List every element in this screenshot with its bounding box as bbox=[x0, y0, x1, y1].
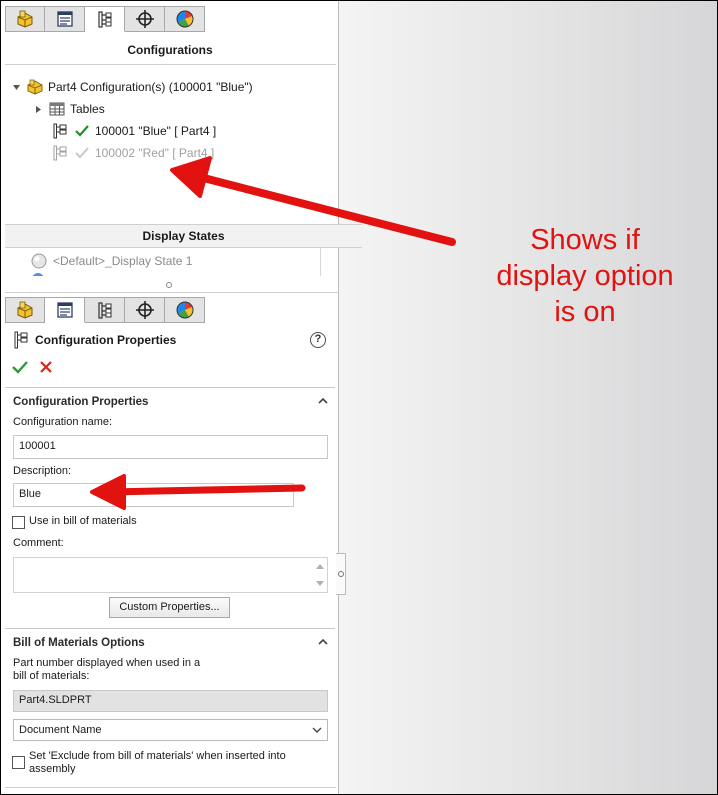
part-number-label-line: bill of materials: bbox=[13, 670, 90, 682]
config-item-red[interactable]: 100002 "Red" [ Part4 ] bbox=[51, 145, 214, 161]
config-name-field[interactable]: 100001 bbox=[13, 435, 328, 459]
config-name-label: Configuration name: bbox=[13, 416, 113, 428]
bottom-tab-bar bbox=[5, 297, 205, 323]
part-configuration-icon bbox=[26, 79, 44, 95]
exclude-label-line: assembly bbox=[29, 763, 76, 775]
property-manager-icon bbox=[56, 302, 73, 318]
annotation-text: Shows if display option is on bbox=[470, 222, 700, 330]
annotation-line: display option bbox=[496, 260, 674, 292]
custom-properties-button[interactable]: Custom Properties... bbox=[109, 597, 230, 618]
divider bbox=[5, 292, 338, 293]
chevron-down-icon bbox=[312, 727, 322, 733]
comment-scroll-arrows[interactable] bbox=[315, 560, 325, 590]
tab-dimxpert-manager[interactable] bbox=[125, 297, 165, 323]
divider bbox=[5, 787, 336, 788]
select-value: Document Name bbox=[19, 724, 102, 736]
tree-root[interactable]: Part4 Configuration(s) (100001 "Blue") bbox=[10, 79, 253, 95]
tab-property-manager[interactable] bbox=[45, 297, 85, 323]
tree-tables[interactable]: Tables bbox=[32, 101, 105, 117]
panel-resize-handle[interactable] bbox=[336, 553, 346, 595]
exclude-label-line: Set 'Exclude from bill of materials' whe… bbox=[29, 750, 286, 762]
display-manager-icon bbox=[176, 301, 193, 319]
configuration-icon bbox=[13, 331, 29, 349]
tab-feature-manager[interactable] bbox=[5, 6, 45, 32]
pane-splitter-handle[interactable] bbox=[166, 282, 172, 288]
description-label: Description: bbox=[13, 465, 72, 477]
dimxpert-manager-icon bbox=[135, 301, 154, 319]
config-item-blue[interactable]: 100001 "Blue" [ Part4 ] bbox=[51, 123, 216, 139]
group-title: Configuration Properties bbox=[13, 396, 149, 408]
display-state-icon bbox=[31, 253, 49, 269]
use-in-bom-row[interactable]: Use in bill of materials bbox=[12, 515, 137, 529]
display-state-item[interactable]: <Default>_Display State 1 bbox=[31, 253, 192, 269]
chevron-up-icon[interactable] bbox=[317, 636, 329, 648]
tree-root-label: Part4 Configuration(s) (100001 "Blue") bbox=[48, 80, 253, 94]
graphics-area[interactable] bbox=[338, 1, 717, 794]
comment-field[interactable] bbox=[13, 557, 328, 593]
inactive-check-icon bbox=[73, 145, 91, 161]
group-title: Bill of Materials Options bbox=[13, 637, 145, 649]
configuration-manager-icon bbox=[97, 302, 111, 319]
display-manager-icon bbox=[176, 10, 193, 28]
exclude-from-bom-label: Set 'Exclude from bill of materials' whe… bbox=[29, 750, 286, 776]
exclude-from-bom-row[interactable]: Set 'Exclude from bill of materials' whe… bbox=[12, 750, 286, 776]
part-number-label-line: Part number displayed when used in a bbox=[13, 657, 201, 669]
configuration-properties-group-header[interactable]: Configuration Properties bbox=[5, 387, 335, 413]
tab-feature-manager[interactable] bbox=[5, 297, 45, 323]
comment-label: Comment: bbox=[13, 537, 64, 549]
tab-dimxpert-manager[interactable] bbox=[125, 6, 165, 32]
tab-display-manager[interactable] bbox=[165, 6, 205, 32]
dimxpert-manager-icon bbox=[135, 10, 154, 28]
top-tab-bar bbox=[5, 6, 205, 32]
property-manager-title-text: Configuration Properties bbox=[35, 333, 177, 347]
property-manager-icon bbox=[56, 11, 73, 27]
annotation-line: is on bbox=[554, 296, 616, 328]
use-in-bom-checkbox[interactable] bbox=[12, 516, 25, 529]
part-number-label: Part number displayed when used in a bil… bbox=[13, 657, 200, 683]
configuration-icon bbox=[51, 123, 69, 139]
display-state-label: <Default>_Display State 1 bbox=[53, 254, 193, 268]
part-number-field[interactable]: Part4.SLDPRT bbox=[13, 690, 328, 712]
part-number-source-select[interactable]: Document Name bbox=[13, 719, 328, 741]
annotation-line: Shows if bbox=[530, 224, 640, 256]
tab-display-manager[interactable] bbox=[165, 297, 205, 323]
display-state-icon-partial bbox=[31, 272, 45, 276]
tab-configuration-manager[interactable] bbox=[85, 6, 125, 32]
cancel-x-icon[interactable] bbox=[38, 359, 54, 375]
tab-configuration-manager[interactable] bbox=[85, 297, 125, 323]
ok-check-icon[interactable] bbox=[11, 359, 29, 375]
use-in-bom-label: Use in bill of materials bbox=[29, 515, 137, 527]
bom-options-group-header[interactable]: Bill of Materials Options bbox=[5, 628, 335, 654]
divider bbox=[5, 64, 336, 65]
expand-right-icon[interactable] bbox=[32, 101, 44, 117]
configurations-header: Configurations bbox=[127, 43, 213, 57]
display-states-header: Display States bbox=[5, 224, 362, 248]
configuration-icon bbox=[51, 145, 69, 161]
chevron-up-icon[interactable] bbox=[317, 395, 329, 407]
tables-label: Tables bbox=[70, 102, 105, 116]
left-panel: Configurations Part4 Configuration(s) (1… bbox=[1, 1, 362, 794]
description-field[interactable]: Blue bbox=[13, 483, 294, 507]
scrollbar-edge bbox=[320, 248, 321, 276]
feature-manager-icon bbox=[17, 10, 33, 28]
feature-manager-icon bbox=[17, 301, 33, 319]
config-item-label: 100002 "Red" [ Part4 ] bbox=[95, 146, 215, 160]
help-icon[interactable]: ? bbox=[310, 332, 326, 348]
exclude-from-bom-checkbox[interactable] bbox=[12, 756, 25, 769]
expand-down-icon[interactable] bbox=[10, 79, 22, 95]
tables-icon bbox=[48, 101, 66, 117]
property-manager-title: Configuration Properties bbox=[13, 331, 176, 349]
configuration-manager-icon bbox=[97, 11, 111, 28]
tab-property-manager[interactable] bbox=[45, 6, 85, 32]
active-check-icon bbox=[73, 123, 91, 139]
config-item-label: 100001 "Blue" [ Part4 ] bbox=[95, 124, 217, 138]
